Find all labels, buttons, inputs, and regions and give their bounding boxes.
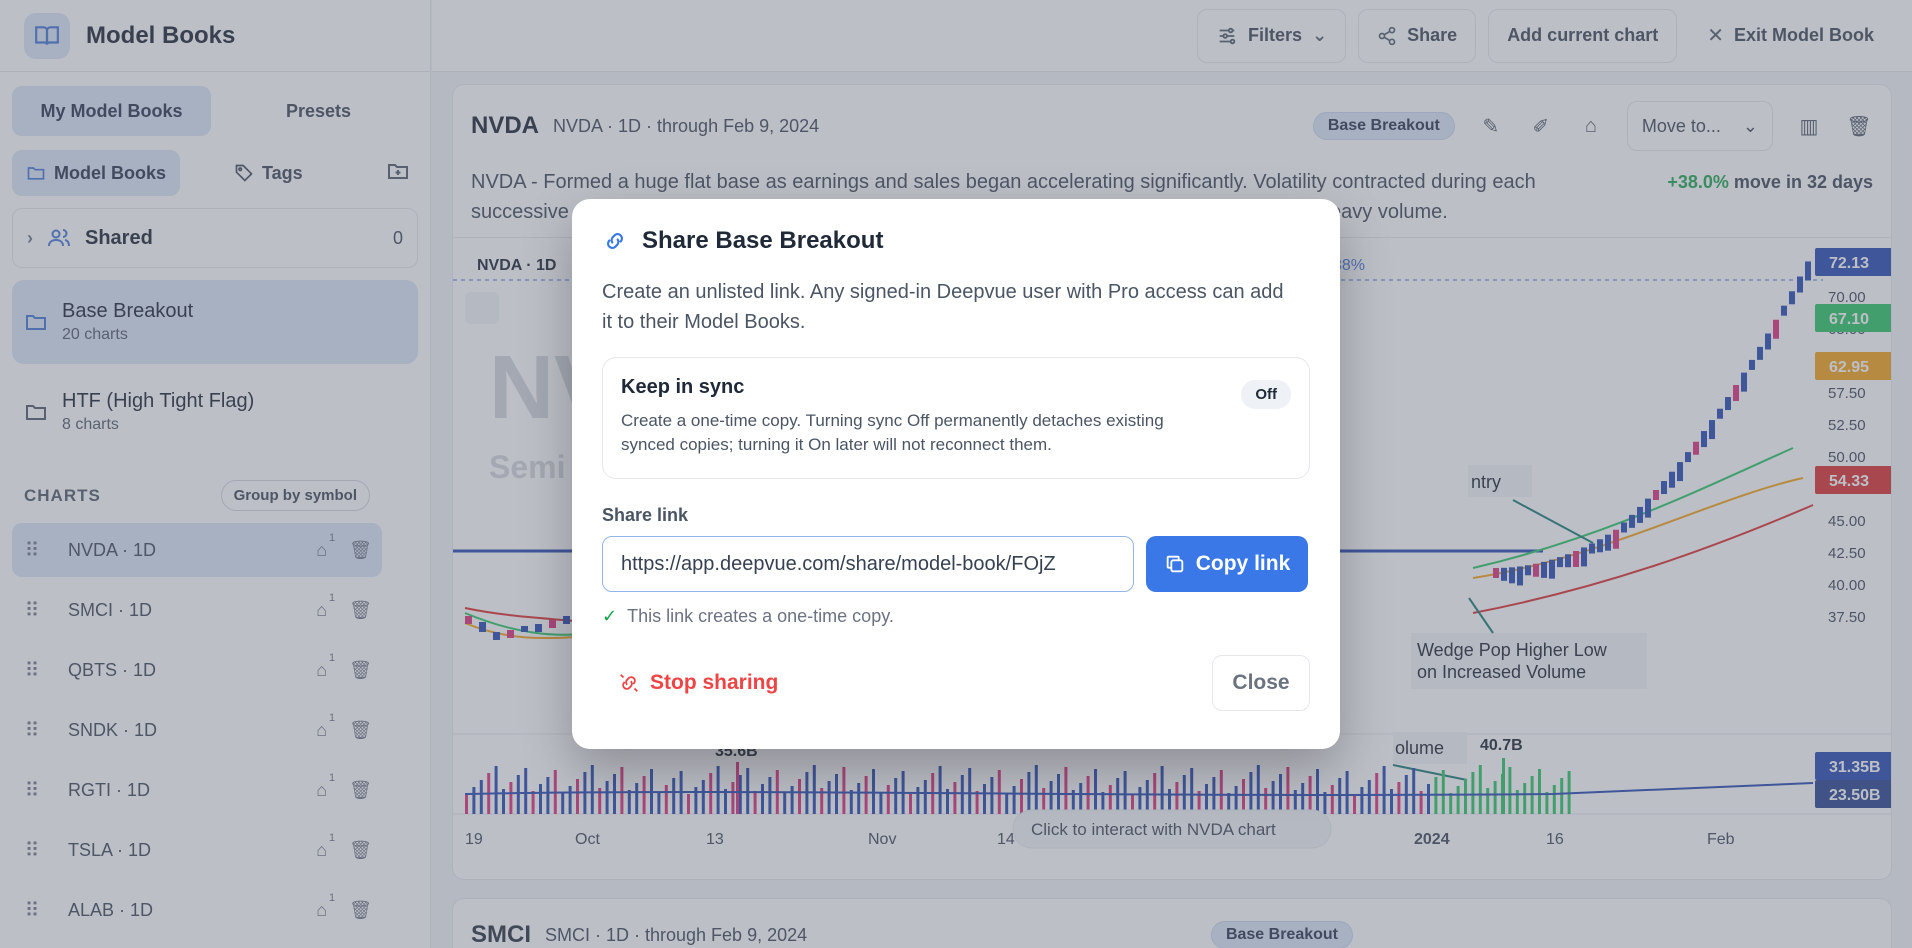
- copy-link-label: Copy link: [1195, 552, 1291, 575]
- stop-sharing-button[interactable]: Stop sharing: [602, 671, 778, 695]
- keep-in-sync-description: Create a one-time copy. Turning sync Off…: [621, 411, 1164, 454]
- link-icon: [607, 233, 623, 249]
- close-button[interactable]: Close: [1212, 655, 1310, 711]
- dialog-footer: Stop sharing Close: [602, 655, 1310, 711]
- share-hint: ✓ This link creates a one-time copy.: [602, 606, 1310, 627]
- share-link-label: Share link: [602, 505, 689, 525]
- app-root: Model Books My Model Books Presets Model…: [0, 0, 1912, 948]
- dialog-title-text: Share Base Breakout: [642, 227, 884, 254]
- share-hint-text: This link creates a one-time copy.: [627, 606, 894, 626]
- copy-link-button[interactable]: Copy link: [1146, 536, 1308, 592]
- keep-in-sync-title: Keep in sync: [621, 376, 745, 398]
- check-icon: ✓: [602, 606, 618, 626]
- share-link-row: Copy link: [602, 536, 1310, 592]
- share-dialog: Share Base Breakout Create an unlisted l…: [572, 199, 1340, 749]
- unlink-icon: [620, 674, 638, 692]
- sync-toggle[interactable]: Off: [1241, 380, 1291, 409]
- stop-sharing-label: Stop sharing: [650, 671, 779, 694]
- dialog-description: Create an unlisted link. Any signed-in D…: [602, 281, 1284, 333]
- copy-icon: [1166, 555, 1183, 573]
- keep-in-sync-panel: Keep in sync Create a one-time copy. Tur…: [602, 357, 1310, 479]
- dialog-title: Share Base Breakout: [602, 227, 1310, 255]
- share-link-input[interactable]: [602, 536, 1134, 592]
